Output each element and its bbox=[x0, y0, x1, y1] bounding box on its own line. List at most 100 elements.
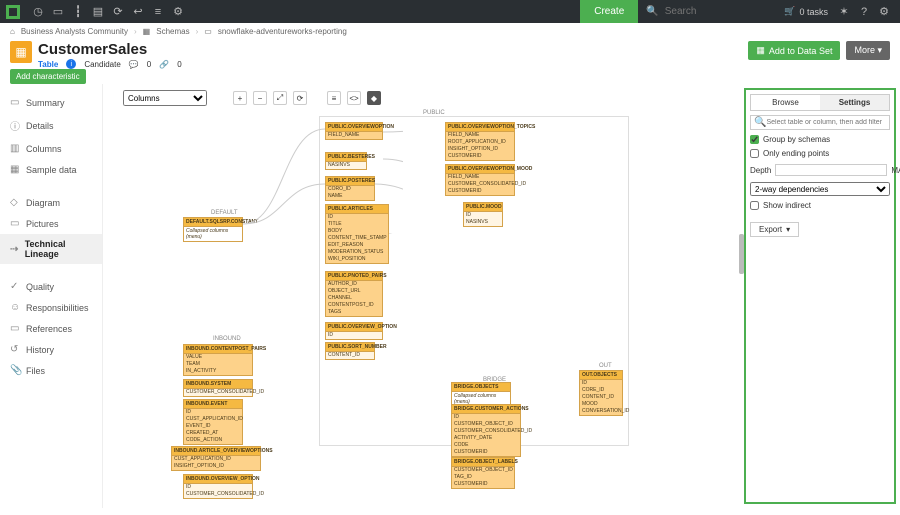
node-bridge-object-labels[interactable]: BRIDGE.OBJECT_LABELS CUSTOMER_OBJECT_ID … bbox=[451, 457, 515, 489]
add-characteristic-button[interactable]: Add characteristic bbox=[10, 69, 86, 84]
node-column: CONTENT_ID bbox=[326, 352, 374, 359]
sidebar-item-columns[interactable]: ▥Columns bbox=[0, 138, 102, 159]
tab-browse[interactable]: Browse bbox=[751, 95, 820, 110]
node-pnoted-pairs[interactable]: PUBLIC.PNOTED_PAIRS AUTHOR_ID OBJECT_URL… bbox=[325, 271, 383, 317]
opt-show-indirect[interactable]: Show indirect bbox=[750, 201, 890, 210]
filter-input[interactable] bbox=[766, 119, 886, 126]
columns-dropdown[interactable]: Columns bbox=[123, 90, 207, 106]
chat-icon[interactable]: 💬 bbox=[129, 60, 139, 69]
search-input[interactable] bbox=[665, 6, 755, 17]
sidebar-item-summary[interactable]: ▭Summary bbox=[0, 92, 102, 113]
back-icon[interactable]: ↩ bbox=[128, 2, 148, 22]
group-label-default: DEFAULT bbox=[211, 210, 238, 216]
node-bridge-customer-actions[interactable]: BRIDGE.CUSTOMER_ACTIONS ID CUSTOMER_OBJE… bbox=[451, 404, 521, 457]
sparkle-icon[interactable]: ✶ bbox=[834, 2, 854, 22]
sidebar-label: Columns bbox=[26, 144, 62, 154]
asset-type[interactable]: Table bbox=[38, 60, 58, 69]
opt-group-by-schemas[interactable]: Group by schemas bbox=[750, 135, 890, 144]
node-title: PUBLIC.SORT_NUMBER bbox=[326, 343, 374, 352]
node-in-ov-option[interactable]: INBOUND.OVERVIEW_OPTION ID CUSTOMER_CONS… bbox=[183, 474, 253, 499]
only-ending-checkbox[interactable] bbox=[750, 149, 759, 158]
sidebar-item-responsibilities[interactable]: ☺Responsibilities bbox=[0, 297, 102, 318]
show-indirect-checkbox[interactable] bbox=[750, 201, 759, 210]
app-logo[interactable] bbox=[6, 5, 20, 19]
sidebar-item-pictures[interactable]: ▭Pictures bbox=[0, 213, 102, 234]
canvas-scrollbar[interactable] bbox=[739, 234, 744, 274]
crumb-community[interactable]: Business Analysts Community bbox=[21, 27, 128, 36]
zoom-out-button[interactable]: − bbox=[253, 91, 267, 105]
node-mood[interactable]: PUBLIC.OVERVIEWOPTION_MOOD FIELD_NAME CU… bbox=[445, 164, 515, 196]
folder-icon[interactable]: ▭ bbox=[48, 2, 68, 22]
node-column: CHANNEL bbox=[326, 295, 382, 302]
code-view-button[interactable]: <> bbox=[347, 91, 361, 105]
doc-icon[interactable]: ▤ bbox=[88, 2, 108, 22]
tree-icon[interactable]: ┇ bbox=[68, 2, 88, 22]
node-column: ID bbox=[184, 409, 242, 416]
list-view-button[interactable]: ≡ bbox=[327, 91, 341, 105]
diagram-view-button[interactable]: ◆ bbox=[367, 91, 381, 105]
crumb-schemas[interactable]: Schemas bbox=[156, 27, 189, 36]
node-in-contentpost[interactable]: INBOUND.CONTENTPOST_PAIRS VALUE TEAM IN_… bbox=[183, 344, 253, 376]
sidebar-item-sample[interactable]: ▦Sample data bbox=[0, 159, 102, 180]
sidebar-item-diagram[interactable]: ◇Diagram bbox=[0, 192, 102, 213]
node-in-event[interactable]: INBOUND.EVENT ID CUST_APPLICATION_ID EVE… bbox=[183, 399, 243, 445]
node-column: CREATED_AT bbox=[184, 430, 242, 437]
export-button[interactable]: Export ▾ bbox=[750, 222, 799, 237]
crumb-db[interactable]: snowflake-adventureworks-reporting bbox=[218, 27, 347, 36]
help-icon[interactable]: ? bbox=[854, 2, 874, 22]
node-default-constant[interactable]: DEFAULT.SQLSRP.CONSTANT Collapsed column… bbox=[183, 217, 243, 242]
node-column: FIELD_NAME bbox=[326, 132, 382, 139]
dependencies-select[interactable]: 2-way dependencies bbox=[750, 182, 890, 196]
node-overviewoption[interactable]: PUBLIC.OVERVIEWOPTION FIELD_NAME bbox=[325, 122, 383, 140]
add-to-dataset-button[interactable]: ▦ Add to Data Set bbox=[748, 41, 840, 60]
depth-input[interactable] bbox=[775, 164, 887, 176]
link-icon[interactable]: 🔗 bbox=[159, 60, 169, 69]
tab-settings[interactable]: Settings bbox=[820, 95, 889, 110]
opt-only-ending[interactable]: Only ending points bbox=[750, 149, 890, 158]
node-title: PUBLIC.OVERVIEWOPTION_TOPICS bbox=[446, 123, 514, 132]
global-search[interactable]: 🔍 bbox=[638, 0, 778, 23]
info-icon[interactable]: i bbox=[66, 59, 76, 69]
sidebar-label: Responsibilities bbox=[26, 303, 89, 313]
more-button[interactable]: More ▾ bbox=[846, 41, 890, 60]
sidebar-item-files[interactable]: 📎Files bbox=[0, 360, 102, 381]
sidebar-item-lineage[interactable]: ⇢Technical Lineage bbox=[0, 234, 102, 264]
node-out-objects[interactable]: OUT.OBJECTS ID CORE_ID CONTENT_ID MOOD C… bbox=[579, 370, 623, 416]
sidebar-item-references[interactable]: ▭References bbox=[0, 318, 102, 339]
gear-icon[interactable]: ⚙ bbox=[168, 2, 188, 22]
list-icon[interactable]: ≡ bbox=[148, 2, 168, 22]
fit-button[interactable]: ⤢ bbox=[273, 91, 287, 105]
avatar[interactable]: ⚙︎ bbox=[874, 2, 894, 22]
create-button[interactable]: Create bbox=[580, 0, 638, 23]
node-column: CODE bbox=[452, 442, 520, 449]
node-topics[interactable]: PUBLIC.OVERVIEWOPTION_TOPICS FIELD_NAME … bbox=[445, 122, 515, 161]
home-icon[interactable]: ⌂ bbox=[10, 27, 15, 36]
group-label-inbound: INBOUND bbox=[213, 336, 241, 342]
node-posteres[interactable]: PUBLIC.POSTERES CORO_ID NAME bbox=[325, 176, 375, 201]
tasks-indicator[interactable]: 🛒 0 tasks bbox=[784, 6, 828, 17]
node-in-system[interactable]: INBOUND.SYSTEM CUSTOMER_CONSOLIDATED_ID bbox=[183, 379, 253, 397]
zoom-in-button[interactable]: + bbox=[233, 91, 247, 105]
node-sort-number[interactable]: PUBLIC.SORT_NUMBER CONTENT_ID bbox=[325, 342, 375, 360]
node-column: CUSTOMER_OBJECT_ID bbox=[452, 467, 514, 474]
node-column: CUSTOMER_CONSOLIDATED_ID bbox=[452, 428, 520, 435]
node-besteres[interactable]: PUBLIC.BESTERES NASINVS bbox=[325, 152, 367, 170]
lineage-filter[interactable]: 🔍 bbox=[750, 115, 890, 130]
sidebar: ▭Summary ⓘDetails ▥Columns ▦Sample data … bbox=[0, 84, 103, 508]
sidebar-item-quality[interactable]: ✓Quality bbox=[0, 276, 102, 297]
refresh-icon[interactable]: ⟳ bbox=[108, 2, 128, 22]
node-column: NAME bbox=[326, 193, 374, 200]
node-title: PUBLIC.PNOTED_PAIRS bbox=[326, 272, 382, 281]
node-articles[interactable]: PUBLIC.ARTICLES ID TITLE BODY CONTENT_TI… bbox=[325, 204, 389, 264]
node-in-article-ov[interactable]: INBOUND.ARTICLE_OVERVIEWOPTIONS CUST_APP… bbox=[171, 446, 261, 471]
dashboard-icon[interactable]: ◷ bbox=[28, 2, 48, 22]
lineage-canvas[interactable]: Columns + − ⤢ ⟳ ≡ <> ◆ PUBLIC DEFAULT IN… bbox=[103, 84, 744, 508]
node-title: DEFAULT.SQLSRP.CONSTANT bbox=[184, 218, 242, 227]
node-pmood[interactable]: PUBLIC.MOOD ID NASINVS bbox=[463, 202, 503, 227]
refresh-button[interactable]: ⟳ bbox=[293, 91, 307, 105]
sidebar-item-details[interactable]: ⓘDetails bbox=[0, 113, 102, 138]
node-column: MOOD bbox=[580, 401, 622, 408]
group-by-schemas-checkbox[interactable] bbox=[750, 135, 759, 144]
sidebar-item-history[interactable]: ↺History bbox=[0, 339, 102, 360]
node-overview-option2[interactable]: PUBLIC.OVERVIEW_OPTION ID bbox=[325, 322, 383, 340]
